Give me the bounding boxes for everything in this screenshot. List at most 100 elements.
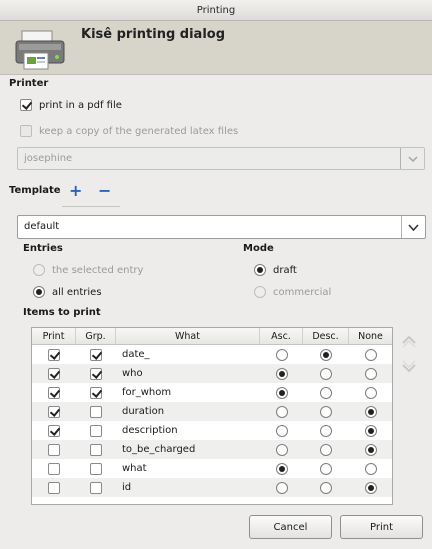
group-checkbox[interactable] (90, 386, 102, 399)
column-header-print[interactable]: Print (32, 328, 76, 344)
table-row[interactable]: for_whom (32, 383, 392, 402)
print-button[interactable]: Print (340, 515, 423, 539)
group-checkbox[interactable] (90, 367, 102, 380)
asc-cell (260, 402, 303, 421)
asc-cell (260, 364, 303, 383)
what-cell: what (116, 459, 260, 478)
print-checkbox[interactable] (48, 462, 60, 475)
asc-radio[interactable] (275, 386, 288, 399)
print-checkbox[interactable] (48, 424, 60, 437)
group-cell (76, 364, 116, 383)
desc-radio[interactable] (320, 424, 332, 437)
template-select-value: default (24, 221, 60, 232)
print-checkbox[interactable] (48, 481, 60, 494)
entries-all-radio[interactable] (33, 286, 45, 298)
none-cell (349, 478, 392, 497)
asc-cell (260, 421, 303, 440)
items-table-header: Print Grp. What Asc. Desc. None (32, 328, 392, 345)
entries-option-all[interactable]: all entries (33, 286, 102, 298)
printer-section-label: Printer (9, 78, 49, 89)
add-template-button[interactable]: + (69, 183, 82, 199)
print-checkbox[interactable] (48, 443, 60, 456)
desc-radio[interactable] (320, 348, 332, 361)
asc-radio[interactable] (275, 462, 288, 475)
desc-cell (303, 364, 349, 383)
none-radio[interactable] (364, 386, 377, 399)
mode-label: Mode (243, 243, 274, 254)
print-checkbox[interactable] (48, 367, 60, 380)
asc-radio[interactable] (275, 424, 288, 437)
printer-select: josephine (17, 147, 425, 170)
none-radio[interactable] (364, 348, 377, 361)
latex-label: keep a copy of the generated latex files (39, 125, 239, 137)
desc-radio[interactable] (320, 462, 332, 475)
remove-template-button[interactable]: − (98, 183, 111, 199)
entries-label: Entries (23, 243, 63, 254)
group-checkbox[interactable] (90, 424, 102, 437)
print-checkbox[interactable] (48, 348, 60, 361)
table-row[interactable]: date_ (32, 345, 392, 364)
asc-radio[interactable] (275, 348, 288, 361)
move-up-icon (402, 335, 416, 348)
none-radio[interactable] (364, 462, 377, 475)
chevron-down-icon[interactable] (401, 216, 425, 238)
column-header-what[interactable]: What (116, 328, 260, 344)
none-radio[interactable] (364, 481, 377, 494)
pdf-checkbox[interactable] (20, 99, 32, 111)
print-cell (32, 364, 76, 383)
table-row[interactable]: description (32, 421, 392, 440)
items-label: Items to print (23, 307, 101, 318)
print-checkbox[interactable] (48, 405, 60, 418)
field-name: id (122, 482, 132, 493)
desc-cell (303, 459, 349, 478)
chevron-down-icon (400, 148, 424, 169)
mode-commercial-label: commercial (273, 286, 332, 298)
pdf-option[interactable]: print in a pdf file (20, 99, 122, 111)
column-header-desc[interactable]: Desc. (303, 328, 349, 344)
group-checkbox[interactable] (90, 462, 102, 475)
none-radio[interactable] (364, 367, 377, 380)
printer-icon (15, 30, 65, 70)
group-checkbox[interactable] (90, 348, 102, 361)
table-row[interactable]: who (32, 364, 392, 383)
what-cell: duration (116, 402, 260, 421)
none-radio[interactable] (364, 405, 377, 418)
table-row[interactable]: to_be_charged (32, 440, 392, 459)
group-checkbox[interactable] (90, 443, 102, 456)
asc-radio[interactable] (275, 481, 288, 494)
desc-radio[interactable] (320, 443, 332, 456)
template-label: Template (9, 185, 61, 196)
mode-option-draft[interactable]: draft (254, 264, 297, 276)
desc-radio[interactable] (320, 481, 332, 494)
template-select[interactable]: default (17, 215, 426, 239)
pdf-label: print in a pdf file (39, 99, 122, 111)
desc-radio[interactable] (320, 367, 332, 380)
table-row[interactable]: duration (32, 402, 392, 421)
mode-draft-radio[interactable] (254, 264, 266, 276)
asc-cell (260, 478, 303, 497)
none-radio[interactable] (364, 424, 377, 437)
column-header-none[interactable]: None (349, 328, 392, 344)
desc-radio[interactable] (320, 405, 332, 418)
table-row[interactable]: what (32, 459, 392, 478)
none-radio[interactable] (364, 443, 377, 456)
group-checkbox[interactable] (90, 481, 102, 494)
group-checkbox[interactable] (90, 405, 102, 418)
desc-cell (303, 402, 349, 421)
cancel-button[interactable]: Cancel (249, 515, 332, 539)
asc-radio[interactable] (275, 405, 288, 418)
asc-radio[interactable] (275, 367, 288, 380)
template-toolbar-divider (62, 206, 120, 207)
column-header-asc[interactable]: Asc. (260, 328, 303, 344)
asc-radio[interactable] (275, 443, 288, 456)
group-cell (76, 478, 116, 497)
group-cell (76, 383, 116, 402)
desc-radio[interactable] (320, 386, 332, 399)
column-header-group[interactable]: Grp. (76, 328, 116, 344)
table-row[interactable]: id (32, 478, 392, 497)
asc-cell (260, 459, 303, 478)
print-checkbox[interactable] (48, 386, 60, 399)
items-table: Print Grp. What Asc. Desc. None date_ who… (31, 327, 393, 505)
window-titlebar: Printing (0, 0, 432, 21)
items-table-body: date_ who for_whom duration description to_be… (32, 345, 392, 497)
